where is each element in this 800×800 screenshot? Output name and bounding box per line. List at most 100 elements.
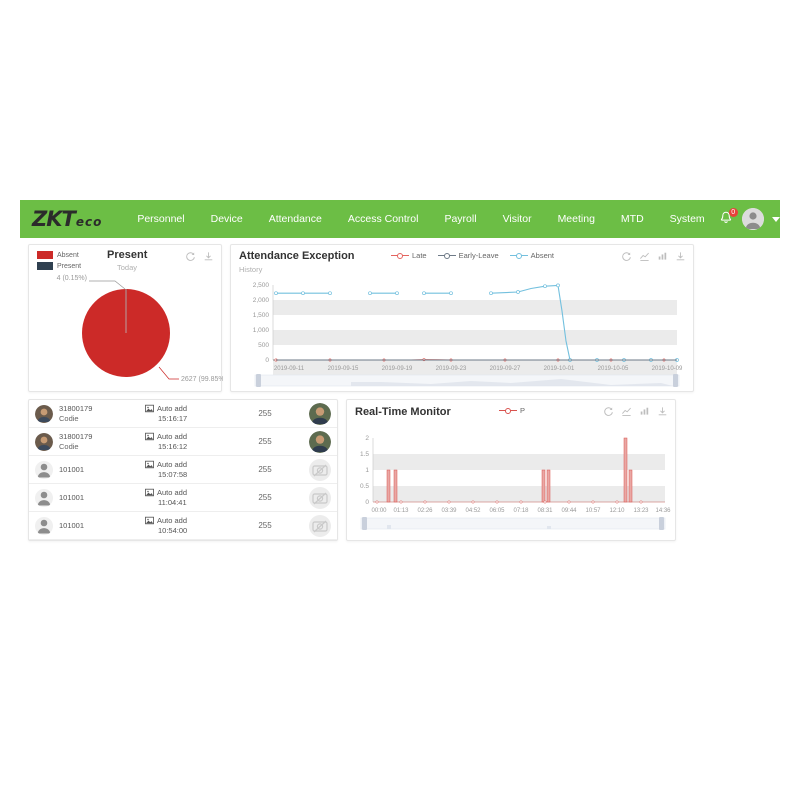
- record-photo-placeholder[interactable]: [309, 514, 331, 537]
- xtick-4: 04:52: [465, 508, 481, 514]
- no-camera-icon: [312, 520, 328, 532]
- exception-card-subtitle: History: [239, 265, 263, 274]
- legend-item-p[interactable]: P: [499, 406, 525, 415]
- download-icon[interactable]: [657, 406, 668, 417]
- record-photo[interactable]: [309, 430, 331, 453]
- monitor-card-tools: [603, 406, 668, 417]
- record-source-label: Auto add: [157, 515, 188, 525]
- record-source: Auto add 11:04:41: [145, 488, 237, 508]
- bar-1: [393, 469, 398, 503]
- exception-card-header: Attendance Exception History Late Early-…: [231, 245, 693, 274]
- ytick-0-5: 0.5: [360, 483, 369, 490]
- ytick-0: 0: [265, 357, 269, 364]
- legend-line-late: [391, 252, 409, 259]
- legend-line-absent: [509, 252, 528, 259]
- nav-right-group: 0: [718, 208, 780, 230]
- present-card-title: Present: [107, 249, 148, 261]
- notification-bell[interactable]: 0: [718, 208, 738, 228]
- xtick-3: 2019-09-23: [436, 366, 467, 372]
- pie-leader-line-large: [158, 366, 179, 380]
- present-card: Absent Present Present Today 4 (0.15%) 2…: [28, 244, 223, 392]
- refresh-icon[interactable]: [185, 251, 196, 262]
- chevron-down-icon[interactable]: [771, 216, 780, 222]
- table-row[interactable]: 101001 Auto add: [29, 540, 337, 541]
- exception-line-chart[interactable]: 2,500 2,000 1,500 1,000 500 0 2019-09-11…: [231, 271, 695, 389]
- record-time: 15:07:58: [158, 469, 188, 479]
- attendance-records-card: 31800179 Codie Auto add 15:16:17 255 318…: [28, 399, 338, 541]
- legend-label-absent: Absent: [530, 251, 554, 260]
- image-icon: [145, 488, 154, 497]
- exception-datazoom-slider[interactable]: [254, 374, 680, 387]
- ytick-1000: 1,000: [253, 327, 270, 334]
- nav-item-meeting[interactable]: Meeting: [545, 207, 608, 231]
- record-photo[interactable]: [309, 402, 331, 425]
- monitor-card-title: Real-Time Monitor: [355, 406, 451, 418]
- bar-chart-icon[interactable]: [657, 251, 668, 262]
- ytick-500: 500: [258, 342, 269, 349]
- record-value: 255: [258, 409, 272, 418]
- table-row[interactable]: 31800179 Codie Auto add: [29, 428, 337, 456]
- xtick-3: 03:39: [441, 508, 457, 514]
- table-row[interactable]: 101001 Auto add: [29, 484, 337, 512]
- monitor-datazoom-slider[interactable]: [360, 517, 666, 530]
- record-time: 10:54:00: [158, 525, 188, 535]
- nav-item-attendance[interactable]: Attendance: [256, 207, 335, 231]
- ytick-2: 2: [365, 435, 369, 442]
- nav-item-access-control[interactable]: Access Control: [335, 207, 432, 231]
- table-row[interactable]: 101001 Auto add: [29, 456, 337, 484]
- nav-item-visitor[interactable]: Visitor: [490, 207, 545, 231]
- xtick-7: 08:31: [537, 508, 553, 514]
- record-id: 101001: [59, 520, 85, 530]
- ytick-1: 1: [365, 467, 369, 474]
- user-avatar[interactable]: [741, 208, 764, 230]
- record-name: Codie: [59, 413, 79, 423]
- zkteco-logo[interactable]: ZKT eco: [32, 207, 102, 231]
- table-row[interactable]: 101001 Auto add: [29, 512, 337, 540]
- nav-item-device[interactable]: Device: [198, 207, 256, 231]
- line-chart-icon[interactable]: [639, 251, 650, 262]
- person-placeholder-icon: [37, 491, 51, 505]
- nav-item-system[interactable]: System: [657, 207, 718, 231]
- bar-2: [541, 469, 546, 503]
- record-identity: 101001: [59, 521, 145, 531]
- present-pie-chart[interactable]: 4 (0.15%) 2627 (99.85%): [29, 271, 223, 389]
- bar-chart-icon[interactable]: [639, 406, 650, 417]
- xtick-0: 2019-09-11: [274, 366, 305, 372]
- no-camera-icon: [312, 492, 328, 504]
- legend-item-early-leave[interactable]: Early-Leave: [437, 251, 499, 260]
- nav-item-payroll[interactable]: Payroll: [431, 207, 489, 231]
- logo-eco-text: eco: [75, 215, 103, 229]
- xtick-8: 09:44: [561, 508, 577, 514]
- capture-photo-icon: [309, 402, 331, 425]
- record-photo-placeholder[interactable]: [309, 486, 331, 509]
- monitor-bar-chart[interactable]: 2 1.5 1 0.5 0 00:00 01:13 02:26 03:39 04…: [347, 426, 677, 538]
- xtick-2: 2019-09-19: [382, 366, 413, 372]
- record-identity: 101001: [59, 493, 145, 503]
- xtick-10: 12:10: [609, 508, 625, 514]
- record-value: 255: [258, 493, 272, 502]
- ytick-1500: 1,500: [253, 312, 270, 319]
- record-id: 31800179: [59, 403, 93, 413]
- legend-item-absent-line[interactable]: Absent: [509, 251, 554, 260]
- download-icon[interactable]: [203, 251, 214, 262]
- record-id: 31800179: [59, 431, 93, 441]
- line-chart-icon[interactable]: [621, 406, 632, 417]
- xtick-4: 2019-09-27: [490, 366, 521, 372]
- refresh-icon[interactable]: [621, 251, 632, 262]
- record-source-label: Auto add: [157, 487, 188, 497]
- nav-item-mtd[interactable]: MTD: [608, 207, 657, 231]
- nav-item-personnel[interactable]: Personnel: [124, 207, 197, 231]
- legend-item-late[interactable]: Late: [391, 251, 427, 260]
- record-value: 255: [258, 521, 272, 530]
- image-icon: [145, 404, 154, 413]
- download-icon[interactable]: [675, 251, 686, 262]
- xtick-6: 07:18: [513, 508, 529, 514]
- refresh-icon[interactable]: [603, 406, 614, 417]
- record-source-label: Auto add: [157, 403, 188, 413]
- slider-handle-left: [362, 517, 367, 530]
- bar-0: [386, 469, 391, 503]
- xtick-5: 2019-10-01: [544, 366, 575, 372]
- image-icon: [145, 432, 154, 441]
- record-photo-placeholder[interactable]: [309, 458, 331, 481]
- table-row[interactable]: 31800179 Codie Auto add: [29, 400, 337, 428]
